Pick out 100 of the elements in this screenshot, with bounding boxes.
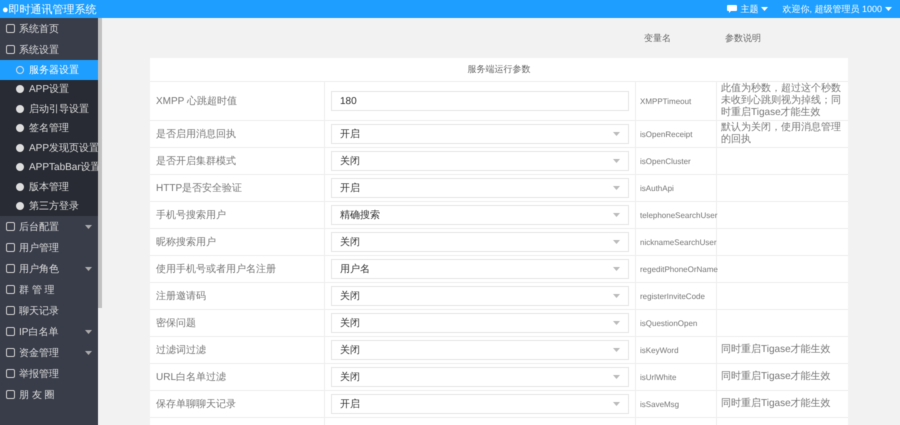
submenu-item[interactable]: 第三方登录 [0,196,98,216]
caret-icon [613,321,620,325]
variable-name: registerInviteCode [640,292,705,300]
caret-icon [613,267,620,271]
variable-name: XMPPTimeout [640,96,692,106]
select-field[interactable]: 开启 [331,394,629,414]
caret-icon [613,348,620,352]
caret-icon [613,375,620,379]
variable-name: isOpenCluster [640,156,691,166]
caret-icon [613,186,620,190]
select-field[interactable]: 精确搜索 [331,205,629,225]
select-field[interactable]: 用户名 [331,259,629,279]
chat-bubble-icon [727,5,738,13]
setting-label: 手机号搜索用户 [156,208,226,222]
disc-icon [16,144,24,152]
setting-label: HTTP是否安全验证 [156,182,242,195]
square-icon [6,327,15,336]
select-field[interactable]: 开启 [331,178,629,198]
description-text: 默认为关闭，使用消息管理的回执 [721,122,842,146]
description-text: 此值为秒数，超过这个秒数未收到心跳则视为掉线；同时重启Tigase才能生效 [721,83,842,119]
disc-icon [16,163,24,172]
caret-icon [85,224,92,228]
submenu-item[interactable]: 版本管理 [0,177,98,196]
sidebar-item[interactable]: 后台配置 [0,216,98,237]
disc-icon [16,124,24,132]
square-icon [6,24,15,33]
setting-label: 保存单聊聊天记录 [156,398,236,411]
square-icon [6,348,15,357]
submenu-item[interactable]: 启动引导设置 [0,99,98,118]
submenu-item[interactable]: 签名管理 [0,118,98,138]
setting-label: 昵称搜索用户 [156,236,216,249]
square-icon [6,243,15,252]
sidebar-item[interactable]: 朋 友 圈 [0,384,98,405]
description-text: 同时重启Tigase才能生效 [721,344,831,356]
caret-icon [85,350,92,354]
square-icon [6,369,15,378]
caret-icon [613,213,620,217]
variable-name: nicknameSearchUser [640,238,716,246]
submenu-item[interactable]: APP发现页设置 [0,138,98,158]
caret-icon [885,7,892,11]
input-field[interactable]: 180 [331,91,629,111]
setting-label: 密保问题 [156,316,196,330]
caret-icon [613,402,620,406]
select-field[interactable]: 关闭 [331,286,629,306]
sidebar-item[interactable]: 系统设置 [0,39,98,60]
square-icon [6,390,15,399]
disc-icon [16,66,24,74]
square-icon [6,306,15,315]
caret-icon [85,330,92,334]
description-text: 同时重启Tigase才能生效 [721,371,831,383]
submenu-item[interactable]: APP设置 [0,80,98,99]
sidebar-item[interactable]: 系统首页 [0,18,98,39]
section-title: 服务端运行参数 [150,58,848,82]
setting-label: 使用手机号或者用户名注册 [156,262,276,276]
variable-name: isOpenReceipt [640,130,692,138]
sidebar-item[interactable]: 用户角色 [0,258,98,279]
disc-icon [16,182,24,191]
sidebar-item[interactable]: 举报管理 [0,363,98,384]
select-field[interactable]: 开启 [331,124,629,144]
variable-name: isAuthApi [640,184,674,192]
variable-name: isKeyWord [640,346,679,354]
variable-name: isSaveMsg [640,400,680,408]
square-icon [6,285,15,294]
column-header: 变量名 [643,32,672,44]
variable-name: isUrlWhite [640,372,676,382]
app-title: ●即时通讯管理系统 [2,2,97,16]
select-field[interactable]: 关闭 [331,151,629,171]
description-text: 同时重启Tigase才能生效 [721,398,831,410]
square-icon [6,264,15,273]
disc-icon [16,85,24,94]
caret-icon [613,159,620,163]
setting-label: 过滤词过滤 [156,344,206,357]
caret-icon [613,132,620,136]
setting-label: XMPP 心跳超时值 [156,94,237,108]
variable-name: telephoneSearchUser [640,210,718,220]
select-field[interactable]: 关闭 [331,367,629,387]
square-icon [6,222,15,231]
sidebar-item[interactable]: 聊天记录 [0,300,98,321]
setting-label: 是否开启集群模式 [156,154,236,168]
variable-name: regeditPhoneOrName [640,264,718,274]
column-header: 参数说明 [724,32,762,44]
caret-icon [85,266,92,270]
sidebar-item[interactable]: 用户管理 [0,237,98,258]
variable-name: isQuestionOpen [640,318,698,328]
select-field[interactable]: 关闭 [331,313,629,333]
sidebar-item[interactable]: IP白名单 [0,321,98,342]
select-field[interactable]: 关闭 [331,232,629,252]
scrollbar[interactable] [98,18,102,308]
caret-icon [613,240,620,244]
disc-icon [16,104,24,113]
setting-label: 注册邀请码 [156,290,206,303]
sidebar-item[interactable]: 群 管 理 [0,279,98,300]
select-field[interactable]: 关闭 [331,340,629,360]
caret-icon [761,7,768,11]
setting-label: URL白名单过滤 [156,370,226,384]
square-icon [6,45,15,54]
setting-label: 是否启用消息回执 [156,128,236,141]
sidebar-item[interactable]: 资金管理 [0,342,98,363]
caret-icon [613,294,620,298]
disc-icon [16,202,24,210]
